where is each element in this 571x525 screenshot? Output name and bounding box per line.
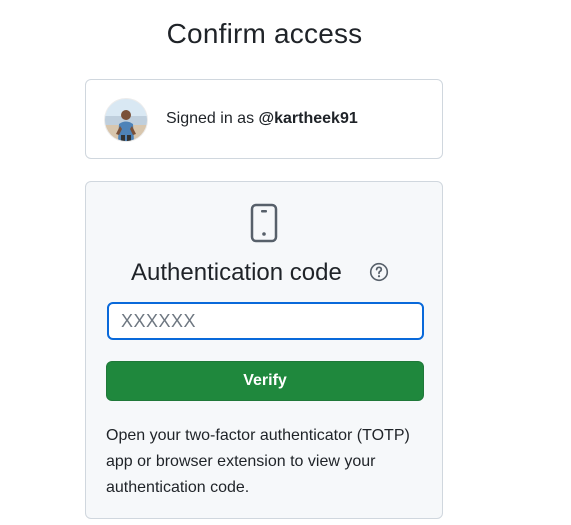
signed-in-card: Signed in as @kartheek91 [85, 79, 443, 159]
authentication-code-input[interactable] [107, 302, 424, 340]
page-title: Confirm access [166, 18, 363, 49]
username: @kartheek91 [258, 110, 358, 127]
question-icon[interactable] [369, 262, 389, 282]
authentication-panel: Authentication code Verify Open your two… [85, 181, 443, 519]
signed-in-prefix: Signed in as [166, 110, 255, 127]
help-text: Open your two-factor authenticator (TOTP… [106, 427, 410, 496]
signed-in-text: Signed in as @kartheek91 [166, 110, 358, 128]
verify-button[interactable]: Verify [106, 361, 424, 401]
avatar [105, 99, 147, 141]
device-mobile-icon [250, 203, 278, 243]
auth-heading: Authentication code [131, 259, 342, 286]
